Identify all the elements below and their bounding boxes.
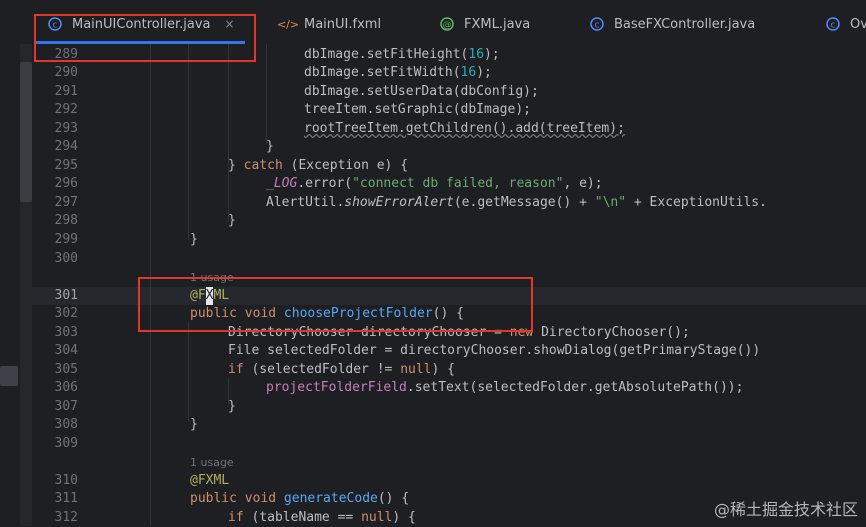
code-text[interactable]: _LOG.error("connect db failed, reason", … — [266, 175, 603, 193]
line-number: 291 — [54, 84, 78, 99]
code-line: 295 } catch (Exception e) { — [0, 157, 866, 175]
xml-tag-icon: </> — [276, 17, 300, 31]
line-number: 303 — [54, 325, 78, 340]
watermark: @稀土掘金技术社区 — [713, 500, 858, 519]
code-text[interactable]: } — [190, 231, 198, 249]
code-text[interactable]: rootTreeItem.getChildren().add(treeItem)… — [304, 120, 625, 138]
code-line: 306 projectFolderField.setText(selectedF… — [0, 379, 866, 397]
code-line: 293 rootTreeItem.getChildren().add(treeI… — [0, 120, 866, 138]
code-text[interactable]: dbImage.setUserData(dbConfig); — [304, 83, 539, 101]
code-text[interactable]: dbImage.setFitWidth(16); — [304, 64, 492, 82]
code-text[interactable]: treeItem.setGraphic(dbImage); — [304, 101, 531, 119]
tab-fxml-java[interactable]: @ FXML.java — [440, 8, 530, 40]
code-text[interactable]: projectFolderField.setText(selectedFolde… — [266, 379, 743, 397]
code-line: 296 _LOG.error("connect db failed, reaso… — [0, 175, 866, 193]
code-line: 298 } — [0, 212, 866, 230]
code-text[interactable]: public void generateCode() { — [190, 490, 409, 508]
line-number: 301 — [54, 288, 78, 303]
code-text[interactable]: if (tableName == null) { — [228, 509, 416, 527]
line-number: 297 — [54, 195, 78, 210]
line-number: 307 — [54, 399, 78, 414]
code-line: 305 if (selectedFolder != null) { — [0, 361, 866, 379]
code-line: 297 AlertUtil.showErrorAlert(e.getMessag… — [0, 194, 866, 212]
code-line: 308 } — [0, 416, 866, 434]
tab-label: FXML.java — [464, 16, 531, 32]
line-number: 302 — [54, 306, 78, 321]
code-text[interactable]: } — [266, 138, 274, 156]
tab-label: MainUI.fxml — [304, 16, 382, 32]
line-number: 299 — [54, 232, 78, 247]
line-number: 300 — [54, 251, 78, 266]
code-text[interactable]: } — [228, 398, 236, 416]
code-line: 310 @FXML — [0, 472, 866, 490]
line-number: 298 — [54, 213, 78, 228]
line-number: 293 — [54, 121, 78, 136]
code-line: 299 } — [0, 231, 866, 249]
tab-base-fx-controller[interactable]: c BaseFXController.java — [590, 8, 755, 40]
code-line: 300 — [0, 250, 866, 268]
line-number: 308 — [54, 417, 78, 432]
usage-hint[interactable]: 1 usage — [190, 456, 234, 469]
tab-label: BaseFXController.java — [614, 16, 756, 32]
code-text[interactable]: @FXML — [190, 472, 229, 490]
tab-overflow[interactable]: c Ov — [826, 8, 866, 40]
code-text[interactable]: } — [190, 416, 198, 434]
line-number: 294 — [54, 139, 78, 154]
code-text[interactable]: } — [228, 212, 236, 230]
class-c-icon: c — [590, 17, 604, 31]
tab-label: Ov — [850, 16, 866, 32]
line-number: 290 — [54, 65, 78, 80]
tab-main-ui-fxml[interactable]: </> MainUI.fxml — [276, 8, 382, 40]
class-c-icon: c — [826, 17, 840, 31]
line-number: 309 — [54, 436, 78, 451]
line-number: 310 — [54, 473, 78, 488]
code-text[interactable]: } catch (Exception e) { — [228, 157, 408, 175]
code-text[interactable]: AlertUtil.showErrorAlert(e.getMessage() … — [266, 194, 767, 212]
line-number: 305 — [54, 362, 78, 377]
code-line: 309 — [0, 435, 866, 453]
code-line: 304 File selectedFolder = directoryChoos… — [0, 342, 866, 360]
code-text[interactable]: if (selectedFolder != null) { — [228, 361, 455, 379]
highlight-box-tab — [34, 14, 256, 62]
svg-text:c: c — [595, 21, 600, 31]
code-line: 294 } — [0, 138, 866, 156]
line-number: 296 — [54, 176, 78, 191]
code-line: 307 } — [0, 398, 866, 416]
code-line: 292 treeItem.setGraphic(dbImage); — [0, 101, 866, 119]
line-number: 295 — [54, 158, 78, 173]
line-number: 292 — [54, 102, 78, 117]
line-number: 304 — [54, 343, 78, 358]
svg-text:c: c — [831, 21, 836, 31]
line-number: 306 — [54, 380, 78, 395]
code-line: 290 dbImage.setFitWidth(16); — [0, 64, 866, 82]
annotation-icon: @ — [440, 17, 454, 31]
line-number: 311 — [54, 491, 78, 506]
code-text[interactable]: File selectedFolder = directoryChooser.s… — [228, 342, 760, 360]
highlight-box-code — [138, 277, 533, 332]
line-number: 312 — [54, 510, 78, 525]
code-text[interactable]: dbImage.setFitHeight(16); — [304, 46, 500, 64]
code-line: 291 dbImage.setUserData(dbConfig); — [0, 83, 866, 101]
svg-text:@: @ — [443, 21, 452, 31]
